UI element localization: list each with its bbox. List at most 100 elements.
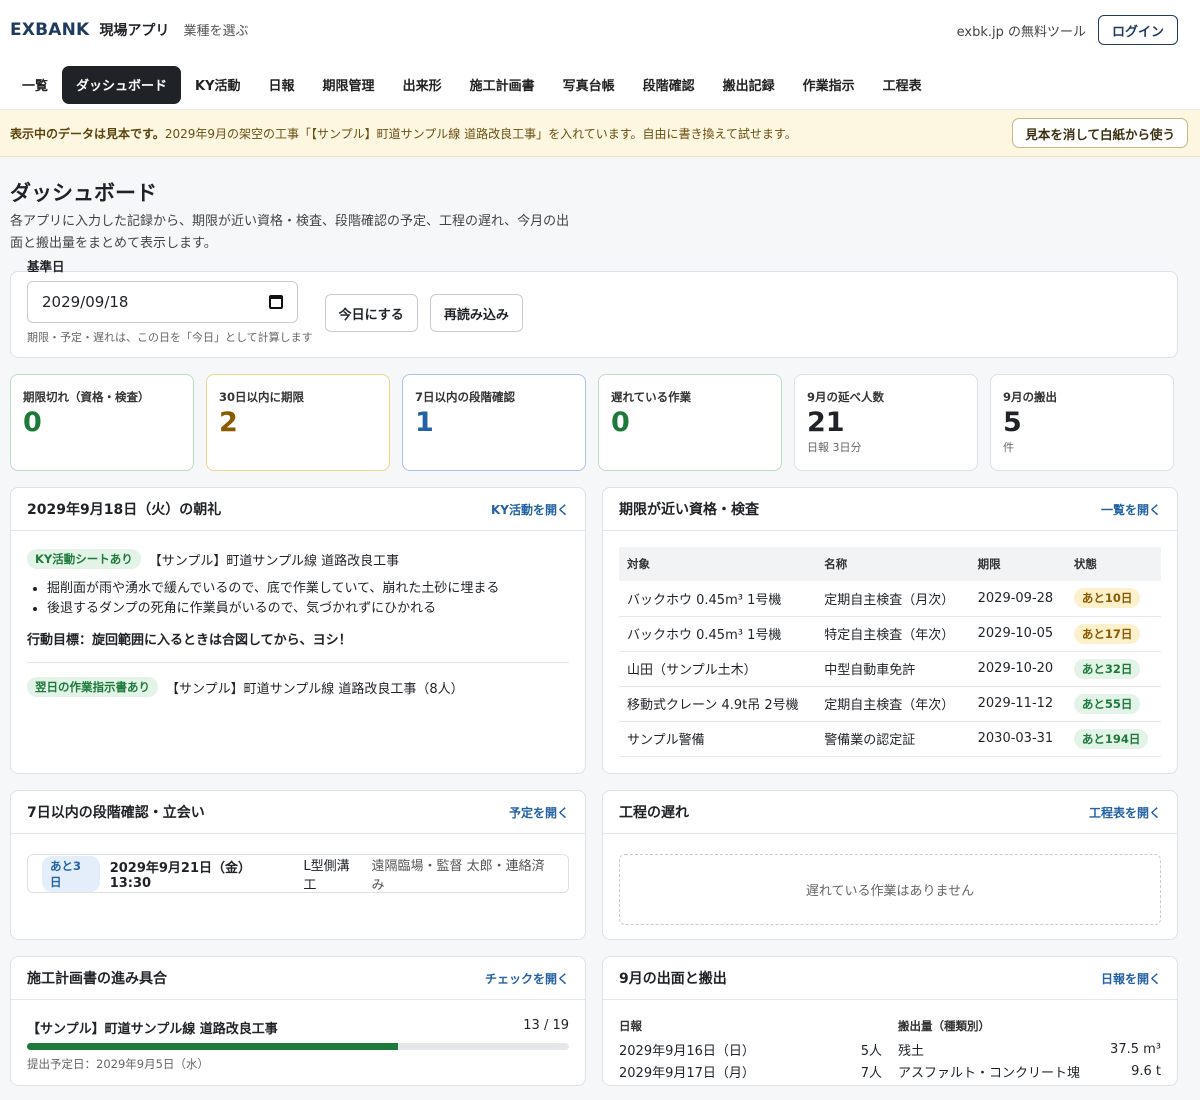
deadline-title: 期限が近い資格・検査 xyxy=(619,502,759,518)
daily-date: 2029年9月16日（日） xyxy=(619,1043,755,1059)
stage-title: 7日以内の段階確認・立会い xyxy=(27,805,205,821)
stat-card[interactable]: 7日以内の段階確認 1 xyxy=(402,374,586,471)
stat-label: 遅れている作業 xyxy=(611,390,692,404)
industry-link[interactable]: 業種を選ぶ xyxy=(183,20,248,39)
deadline-name: 警備業の認定証 xyxy=(816,721,970,757)
base-date-value: 2029/09/18 xyxy=(42,293,129,311)
reload-button[interactable]: 再読み込み xyxy=(429,294,523,332)
clear-sample-button[interactable]: 見本を消して白紙から使う xyxy=(1012,118,1188,148)
calendar-icon[interactable] xyxy=(269,295,283,309)
logo[interactable]: EXBANK xyxy=(10,20,89,40)
nav-item-7[interactable]: 写真台帳 xyxy=(549,66,629,104)
deadline-due: 2029-09-28 xyxy=(969,581,1066,617)
stat-label: 9月の搬出 xyxy=(1003,390,1058,404)
deadline-col-header: 期限 xyxy=(969,547,1066,581)
table-row[interactable]: サンプル警備 警備業の認定証 2030-03-31 あと194日 xyxy=(619,721,1161,757)
stat-card[interactable]: 9月の延べ人数 21 日報 3日分 xyxy=(794,374,978,471)
table-row[interactable]: 移動式クレーン 4.9t吊 2号機 定期自主検査（年次） 2029-11-12 あと5… xyxy=(619,686,1161,722)
nav-item-9[interactable]: 搬出記録 xyxy=(709,66,789,104)
hazard-list: 掘削面が雨や湧水で緩んでいるので、底で作業していて、崩れた土砂に埋まる後退するダ… xyxy=(47,579,569,619)
plan-progress-fill xyxy=(27,1043,398,1050)
deadline-due: 2029-11-12 xyxy=(969,686,1066,722)
plan-count: 13 / 19 xyxy=(523,1018,569,1033)
base-date-hint: 期限・予定・遅れは、この日を「今日」として計算します xyxy=(27,331,313,344)
stage-item[interactable]: あと3日 2029年9月21日（金） 13:30 L型側溝工 遠隔臨場・監督 太… xyxy=(27,854,569,893)
page-description: 各アプリに入力した記録から、期限が近い資格・検査、段階確認の予定、工程の遅れ、今… xyxy=(10,214,570,251)
status-badge: あと55日 xyxy=(1073,693,1141,714)
haul-header: 搬出量（種類別） xyxy=(898,1019,990,1033)
stat-value: 0 xyxy=(611,407,630,438)
deadline-target: バックホウ 0.45m³ 1号機 xyxy=(619,581,817,617)
stat-sub: 件 xyxy=(1003,441,1014,454)
base-date-label: 基準日 xyxy=(27,259,65,274)
free-tool-link[interactable]: exbk.jp の無料ツール xyxy=(957,21,1086,40)
nav-item-4[interactable]: 期限管理 xyxy=(309,66,389,104)
login-button[interactable]: ログイン xyxy=(1097,15,1178,45)
stat-label: 9月の延べ人数 xyxy=(807,390,885,404)
stat-card[interactable]: 9月の搬出 5 件 xyxy=(990,374,1174,471)
stat-label: 期限切れ（資格・検査） xyxy=(23,390,150,404)
delay-empty: 遅れている作業はありません xyxy=(619,854,1161,925)
deadline-due: 2029-10-20 xyxy=(969,651,1066,687)
table-row[interactable]: バックホウ 0.45m³ 1号機 特定自主検査（年次） 2029-10-05 あと17… xyxy=(619,616,1161,652)
notice-body: 2029年9月の架空の工事「【サンプル】町道サンプル線 道路改良工事」を入れてい… xyxy=(164,126,797,141)
base-date-input[interactable]: 2029/09/18 xyxy=(27,281,298,323)
main-content: ダッシュボード 各アプリに入力した記録から、期限が近い資格・検査、段階確認の予定… xyxy=(0,177,1200,1086)
stat-card[interactable]: 30日以内に期限 2 xyxy=(206,374,390,471)
stage-what: L型側溝工 xyxy=(303,858,350,893)
stat-value: 21 xyxy=(807,407,845,438)
nav-item-5[interactable]: 出来形 xyxy=(389,66,456,104)
nav-item-3[interactable]: 日報 xyxy=(255,66,309,104)
open-schedule-link[interactable]: 予定を開く xyxy=(509,804,569,821)
output-title: 9月の出面と搬出 xyxy=(619,971,727,987)
nav-item-2[interactable]: KY活動 xyxy=(181,66,255,104)
stat-card[interactable]: 遅れている作業 0 xyxy=(598,374,782,471)
stat-label: 30日以内に期限 xyxy=(219,390,305,404)
table-row[interactable]: 山田（サンプル土木） 中型自動車免許 2029-10-20 あと32日 xyxy=(619,651,1161,687)
nav-item-0[interactable]: 一覧 xyxy=(8,66,62,104)
morning-title: 2029年9月18日（火）の朝礼 xyxy=(27,502,222,518)
delay-title: 工程の遅れ xyxy=(619,805,689,821)
open-ky-link[interactable]: KY活動を開く xyxy=(491,501,569,518)
open-check-link[interactable]: チェックを開く xyxy=(485,970,569,987)
panel-grid: 2029年9月18日（火）の朝礼 KY活動を開く KY活動シートあり 【サンプル… xyxy=(10,487,1178,1086)
deadline-status-cell: あと194日 xyxy=(1065,721,1161,757)
ky-project: 【サンプル】町道サンプル線 道路改良工事 xyxy=(148,553,400,569)
list-item: 2029年9月17日（月） 7人 xyxy=(619,1060,882,1082)
status-badge: あと10日 xyxy=(1073,588,1141,609)
daily-header: 日報 xyxy=(619,1019,642,1033)
hazard-item: 後退するダンプの死角に作業員がいるので、気づかれずにひかれる xyxy=(47,599,569,619)
delay-panel: 工程の遅れ 工程表を開く 遅れている作業はありません xyxy=(602,790,1178,940)
nav-item-10[interactable]: 作業指示 xyxy=(789,66,869,104)
list-item: 残土 37.5 m³ xyxy=(898,1038,1161,1060)
haul-column: 搬出量（種類別） 残土 37.5 m³ アスファルト・コンクリート塊 9.6 t xyxy=(898,1018,1161,1082)
today-button[interactable]: 今日にする xyxy=(324,294,418,332)
open-list-link[interactable]: 一覧を開く xyxy=(1101,501,1161,518)
open-daily-link[interactable]: 日報を開く xyxy=(1101,970,1161,987)
table-row[interactable]: バックホウ 0.45m³ 1号機 定期自主検査（月次） 2029-09-28 あと10… xyxy=(619,581,1161,617)
deadline-target: バックホウ 0.45m³ 1号機 xyxy=(619,616,817,652)
haul-amount: 9.6 t xyxy=(1131,1063,1161,1079)
notice-bold: 表示中のデータは見本です。 xyxy=(10,126,165,141)
stage-when: 2029年9月21日（金） 13:30 xyxy=(109,860,252,891)
deadline-due: 2029-10-05 xyxy=(969,616,1066,652)
nav-item-6[interactable]: 施工計画書 xyxy=(456,66,549,104)
main-nav: 一覧 ダッシュボード KY活動 日報 期限管理 出来形 施工計画書 写真台帳 段階確認 搬出記録作… xyxy=(0,60,1200,110)
nav-item-1[interactable]: ダッシュボード xyxy=(62,65,182,104)
status-badge: あと194日 xyxy=(1073,728,1149,749)
open-gantt-link[interactable]: 工程表を開く xyxy=(1089,804,1161,821)
nav-item-8[interactable]: 段階確認 xyxy=(629,66,709,104)
plan-title: 施工計画書の進み具合 xyxy=(27,971,167,987)
deadline-table: 対象 名称 期限 状態 バックホウ 0.45m³ 1号機 定期自主検査（月次） 2029-… xyxy=(619,547,1161,757)
top-right: exbk.jp の無料ツール ログイン xyxy=(957,15,1178,45)
haul-kind: 残土 xyxy=(898,1043,925,1059)
deadline-col-header: 状態 xyxy=(1065,547,1161,581)
stat-label: 7日以内の段階確認 xyxy=(415,390,516,404)
deadline-name: 中型自動車免許 xyxy=(816,651,970,687)
haul-amount: 37.5 m³ xyxy=(1110,1041,1161,1057)
nav-item-11[interactable]: 工程表 xyxy=(869,66,936,104)
list-item: アスファルト・コンクリート塊 9.6 t xyxy=(898,1060,1161,1082)
deadline-status-cell: あと32日 xyxy=(1065,651,1161,687)
stat-sub: 日報 3日分 xyxy=(807,441,862,454)
stat-card[interactable]: 期限切れ（資格・検査） 0 xyxy=(10,374,194,471)
